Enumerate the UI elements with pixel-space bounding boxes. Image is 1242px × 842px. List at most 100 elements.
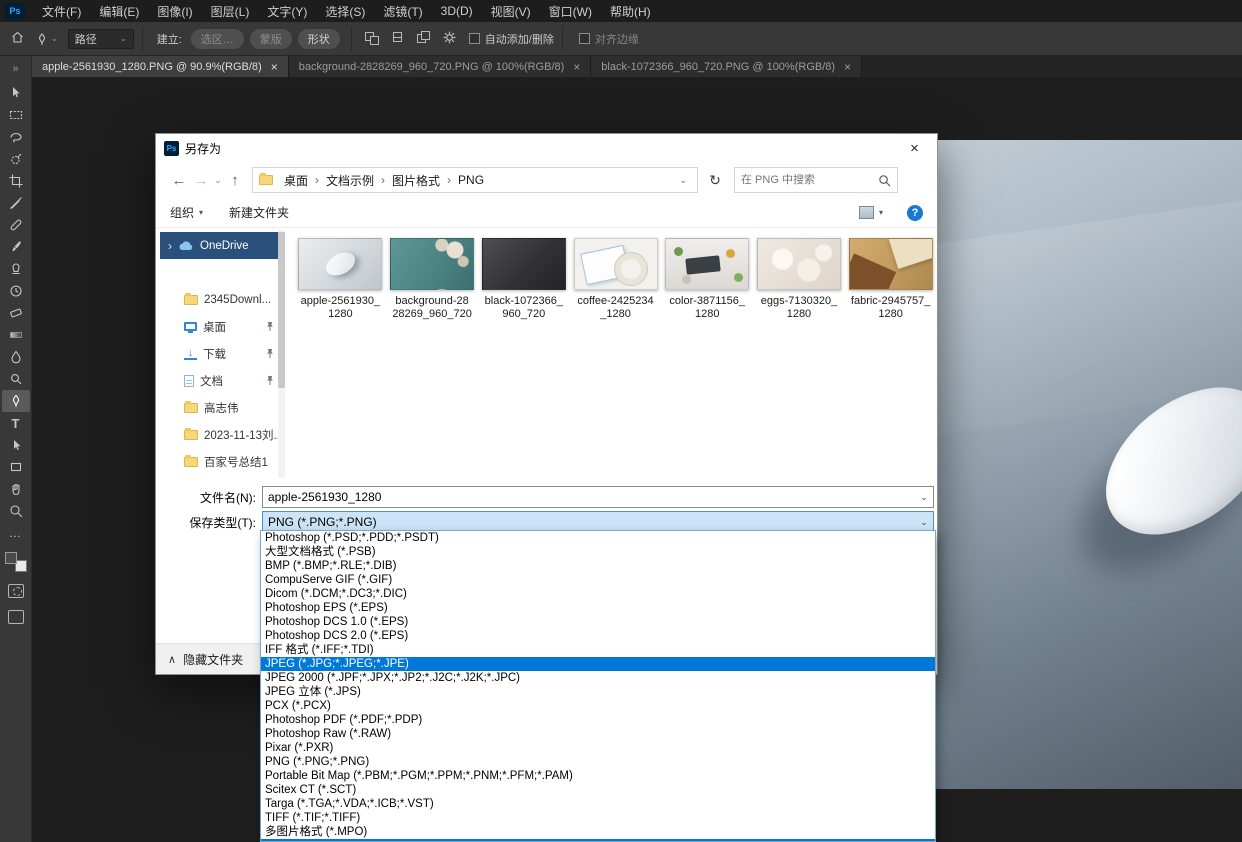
path-operations-icon[interactable] [364,31,382,47]
quick-mask-icon[interactable] [8,584,24,598]
mask-button[interactable]: 蒙版 [250,29,292,49]
filename-combobox[interactable]: ⌄ [262,486,934,508]
list-item-jpeg[interactable]: JPEG (*.JPG;*.JPEG;*.JPE) [261,657,935,671]
menu-window[interactable]: 窗口(W) [540,0,601,22]
breadcrumb-docs-example[interactable]: 文档示例 [319,172,381,189]
breadcrumb-image-formats[interactable]: 图片格式 [385,172,447,189]
healing-brush-tool-icon[interactable] [2,214,30,236]
close-icon[interactable]: × [573,60,580,74]
close-icon[interactable]: × [271,60,278,74]
sidebar-item-desktop[interactable]: 桌面 [160,313,278,340]
file-item-background[interactable]: background-28 28269_960_720 [390,238,475,321]
sidebar-item-gaozhiwei[interactable]: 高志伟 [160,394,278,421]
chevron-right-icon[interactable]: › [168,239,172,253]
list-item-psb[interactable]: 大型文档格式 (*.PSB) [261,545,935,559]
color-swatches[interactable] [5,552,27,572]
list-item-sct[interactable]: Scitex CT (*.SCT) [261,783,935,797]
list-item-dcs2[interactable]: Photoshop DCS 2.0 (*.EPS) [261,629,935,643]
pen-tool-icon[interactable] [2,390,30,412]
screen-mode-icon[interactable] [8,610,24,624]
auto-add-delete-checkbox[interactable] [469,33,480,44]
tab-apple[interactable]: apple-2561930_1280.PNG @ 90.9%(RGB/8) × [32,56,289,77]
crop-tool-icon[interactable] [2,170,30,192]
up-button[interactable]: ↑ [224,172,246,189]
filename-input[interactable] [263,490,915,504]
menu-select[interactable]: 选择(S) [316,0,374,22]
recent-locations-icon[interactable]: ⌄ [212,175,224,186]
clone-stamp-tool-icon[interactable] [2,258,30,280]
quick-selection-tool-icon[interactable] [2,148,30,170]
menu-type[interactable]: 文字(Y) [258,0,316,22]
sidebar-item-2345downloads[interactable]: 2345Downl... [160,286,278,313]
list-item-gif[interactable]: CompuServe GIF (*.GIF) [261,573,935,587]
address-dropdown-icon[interactable]: ⌄ [675,175,691,186]
sidebar-scrollbar[interactable] [278,230,285,478]
list-item-dicom[interactable]: Dicom (*.DCM;*.DC3;*.DIC) [261,587,935,601]
breadcrumb-desktop[interactable]: 桌面 [277,172,315,189]
menu-view[interactable]: 视图(V) [482,0,540,22]
menu-3d[interactable]: 3D(D) [432,0,482,22]
breadcrumb[interactable]: 桌面 › 文档示例 › 图片格式 › PNG ⌄ [252,167,698,193]
marquee-tool-icon[interactable] [2,104,30,126]
list-item-tiff[interactable]: TIFF (*.TIF;*.TIFF) [261,811,935,825]
tab-background[interactable]: background-2828269_960_720.PNG @ 100%(RG… [289,56,592,77]
lasso-tool-icon[interactable] [2,126,30,148]
list-item-mpo[interactable]: 多图片格式 (*.MPO) [261,825,935,839]
file-item-eggs[interactable]: eggs-7130320_ 1280 [757,238,842,321]
menu-file[interactable]: 文件(F) [33,0,90,22]
file-item-fabric[interactable]: fabric-2945757_ 1280 [848,238,933,321]
file-item-coffee[interactable]: coffee-2425234 _1280 [573,238,658,321]
move-tool-icon[interactable] [2,82,30,104]
menu-edit[interactable]: 编辑(E) [90,0,148,22]
blur-tool-icon[interactable] [2,346,30,368]
foreground-color-swatch[interactable] [5,552,17,564]
back-button[interactable]: ← [168,172,190,189]
path-selection-tool-icon[interactable] [2,434,30,456]
organize-button[interactable]: 组织 ▾ [170,204,203,221]
eyedropper-tool-icon[interactable] [2,192,30,214]
brush-tool-icon[interactable] [2,236,30,258]
current-tool-icon[interactable]: ⌄ [35,32,58,46]
gear-icon[interactable] [442,30,457,48]
menu-image[interactable]: 图像(I) [148,0,201,22]
sidebar-item-downloads[interactable]: ↓ 下载 [160,340,278,367]
path-arrangement-icon[interactable] [416,31,434,47]
file-item-black[interactable]: black-1072366_ 960_720 [481,238,566,321]
sidebar-item-onedrive[interactable]: › OneDrive [160,232,278,259]
close-icon[interactable]: × [844,60,851,74]
list-item-pcx[interactable]: PCX (*.PCX) [261,699,935,713]
shape-button[interactable]: 形状 [298,29,340,49]
list-item-targa[interactable]: Targa (*.TGA;*.VDA;*.ICB;*.VST) [261,797,935,811]
list-item-pdf[interactable]: Photoshop PDF (*.PDF;*.PDP) [261,713,935,727]
list-item-psd[interactable]: Photoshop (*.PSD;*.PDD;*.PSDT) [261,531,935,545]
eraser-tool-icon[interactable] [2,302,30,324]
dodge-tool-icon[interactable] [2,368,30,390]
file-item-apple[interactable]: apple-2561930_ 1280 [298,238,383,321]
view-options-button[interactable]: ▾ [859,206,883,219]
list-item-png[interactable]: PNG (*.PNG;*.PNG) [261,755,935,769]
list-item-bmp[interactable]: BMP (*.BMP;*.RLE;*.DIB) [261,559,935,573]
home-icon[interactable] [10,30,25,47]
hand-tool-icon[interactable] [2,478,30,500]
collapse-toolbar-icon[interactable]: » [12,56,18,82]
history-brush-tool-icon[interactable] [2,280,30,302]
forward-button[interactable]: → [190,172,212,189]
list-item-dcs1[interactable]: Photoshop DCS 1.0 (*.EPS) [261,615,935,629]
menu-layer[interactable]: 图层(L) [202,0,259,22]
menu-filter[interactable]: 滤镜(T) [374,0,431,22]
chevron-down-icon[interactable]: ⌄ [915,517,933,528]
list-item-jps[interactable]: JPEG 立体 (*.JPS) [261,685,935,699]
type-tool-icon[interactable]: T [2,412,30,434]
edit-toolbar-icon[interactable]: … [2,522,30,544]
list-item-raw[interactable]: Photoshop Raw (*.RAW) [261,727,935,741]
list-item-jpeg2000[interactable]: JPEG 2000 (*.JPF;*.JPX;*.JP2;*.J2C;*.J2K… [261,671,935,685]
chevron-down-icon[interactable]: ⌄ [915,492,933,503]
list-item-pbm[interactable]: Portable Bit Map (*.PBM;*.PGM;*.PPM;*.PN… [261,769,935,783]
gradient-tool-icon[interactable] [2,324,30,346]
list-item-iff[interactable]: IFF 格式 (*.IFF;*.TDI) [261,643,935,657]
menu-help[interactable]: 帮助(H) [601,0,660,22]
align-edges-checkbox[interactable] [579,33,590,44]
tab-black[interactable]: black-1072366_960_720.PNG @ 100%(RGB/8) … [591,56,862,77]
new-folder-button[interactable]: 新建文件夹 [229,204,289,221]
search-input[interactable] [735,174,878,186]
